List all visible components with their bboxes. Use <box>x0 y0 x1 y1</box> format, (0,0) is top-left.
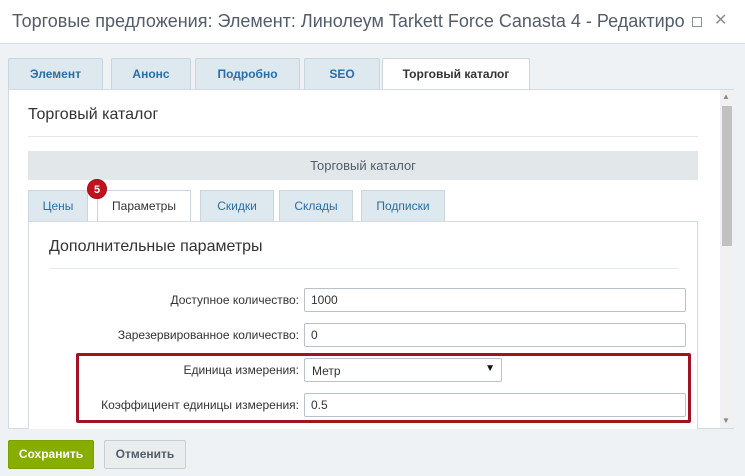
reserved-quantity-input[interactable]: 0 <box>304 323 686 347</box>
scrollbar[interactable]: ▲ ▼ <box>720 90 734 428</box>
tab-announce[interactable]: Анонс <box>111 58 191 89</box>
available-quantity-label: Доступное количество: <box>170 293 299 307</box>
tab-element[interactable]: Элемент <box>8 58 103 89</box>
tab-seo[interactable]: SEO <box>304 58 380 89</box>
window-titlebar: Торговые предложения: Элемент: Линолеум … <box>0 0 745 44</box>
main-panel: Торговый каталог Торговый каталог Цены П… <box>8 89 734 436</box>
panel-title: Торговый каталог <box>28 106 159 123</box>
divider <box>28 136 698 137</box>
subtab-discounts[interactable]: Скидки <box>200 190 274 221</box>
tab-detail[interactable]: Подробно <box>195 58 300 89</box>
available-quantity-input[interactable]: 1000 <box>304 288 686 312</box>
cancel-button[interactable]: Отменить <box>104 440 186 469</box>
subtab-warehouses[interactable]: Склады <box>279 190 353 221</box>
reserved-quantity-label: Зарезервированное количество: <box>117 328 299 342</box>
scrollbar-thumb[interactable] <box>722 106 732 246</box>
scroll-up-icon[interactable]: ▲ <box>722 92 730 101</box>
highlight-frame <box>76 353 691 423</box>
save-button[interactable]: Сохранить <box>8 440 94 469</box>
maximize-icon[interactable] <box>692 17 702 27</box>
subtab-parameters[interactable]: Параметры <box>97 190 191 222</box>
close-icon[interactable]: ✕ <box>714 10 727 30</box>
scroll-down-icon[interactable]: ▼ <box>722 416 730 425</box>
tab-trade-catalog[interactable]: Торговый каталог <box>382 58 530 90</box>
footer: Сохранить Отменить <box>0 429 745 476</box>
parameters-title: Дополнительные параметры <box>49 238 263 255</box>
divider <box>49 268 679 269</box>
subtab-subscriptions[interactable]: Подписки <box>361 190 445 221</box>
subtab-prices[interactable]: Цены <box>28 190 88 221</box>
window-title: Торговые предложения: Элемент: Линолеум … <box>12 11 685 31</box>
section-header: Торговый каталог <box>28 151 698 180</box>
step-badge: 5 <box>87 179 107 199</box>
